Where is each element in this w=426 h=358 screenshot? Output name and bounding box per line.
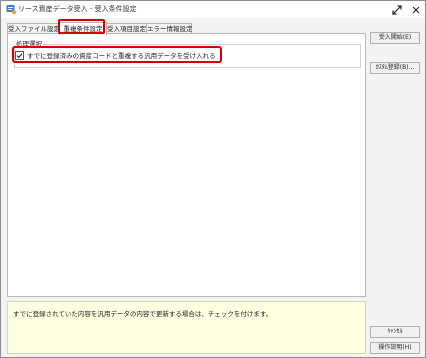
close-icon[interactable] bbox=[409, 3, 423, 16]
dialog-window: リース資産データ受入 - 受入条件設定 受入ファイル設定 重複条件設定 受入項目… bbox=[0, 0, 426, 358]
title-bar: リース資産データ受入 - 受入条件設定 bbox=[1, 1, 425, 18]
tab-highlight-box bbox=[58, 19, 105, 34]
cancel-button[interactable]: ｷｬﾝｾﾙ bbox=[370, 326, 420, 338]
custom-register-button[interactable]: ｶｽﾀﾑ登録(B)... bbox=[370, 62, 420, 74]
start-import-button[interactable]: 受入開始(E) bbox=[370, 32, 420, 44]
settings-panel bbox=[7, 33, 366, 297]
maximize-icon[interactable] bbox=[390, 3, 404, 16]
hint-text: すでに登録されていた内容を汎用データの内容で更新する場合は、チェックを付けます。 bbox=[13, 310, 273, 318]
help-button[interactable]: 操作説明(H) bbox=[370, 342, 420, 354]
app-icon bbox=[6, 4, 16, 14]
hint-area: すでに登録されていた内容を汎用データの内容で更新する場合は、チェックを付けます。 bbox=[7, 301, 366, 354]
window-title: リース資産データ受入 - 受入条件設定 bbox=[18, 5, 137, 13]
checkbox-highlight-box bbox=[12, 46, 222, 63]
